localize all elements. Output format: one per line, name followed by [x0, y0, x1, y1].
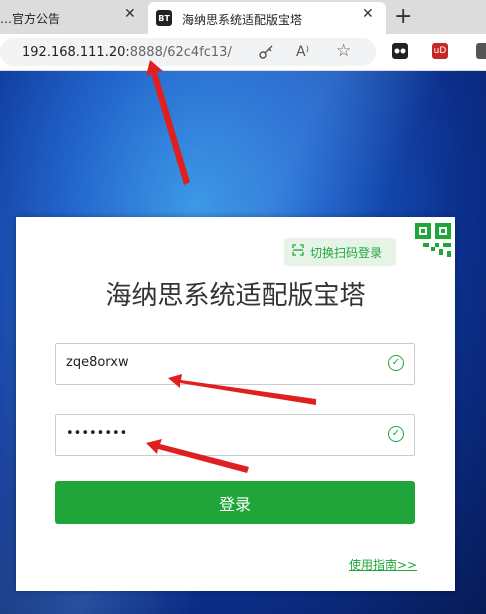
page-title: 海纳思系统适配版宝塔 — [105, 281, 366, 311]
new-tab-button[interactable]: + — [394, 4, 412, 29]
url-field[interactable]: 192.168.111.20:8888/62c4fc13/ A⁾ ☆ — [0, 38, 376, 66]
scan-icon — [292, 244, 304, 260]
close-tab-icon[interactable]: ✕ — [124, 6, 136, 22]
ublock-icon[interactable]: uD — [432, 43, 448, 59]
profile-icon[interactable] — [476, 43, 486, 59]
address-bar: 192.168.111.20:8888/62c4fc13/ A⁾ ☆ uD — [0, 34, 486, 71]
tab-bar: …官方公告 ✕ BT 海纳思系统适配版宝塔 ✕ + — [0, 0, 486, 34]
login-button[interactable]: 登录 — [55, 481, 415, 524]
url-text[interactable]: 192.168.111.20:8888/62c4fc13/ — [22, 45, 232, 60]
bt-favicon-icon: BT — [156, 10, 172, 26]
extension-icon[interactable] — [392, 43, 408, 59]
key-icon[interactable] — [258, 44, 274, 64]
login-card: 切换扫码登录 海纳思系统适配版宝塔 zqe8orxw ✓ •••••••• ✓ … — [16, 217, 455, 591]
qr-code-icon[interactable] — [401, 217, 455, 271]
password-value: •••••••• — [66, 426, 128, 441]
check-icon: ✓ — [388, 426, 404, 442]
check-icon: ✓ — [388, 355, 404, 371]
tab-baota[interactable]: BT 海纳思系统适配版宝塔 ✕ — [148, 2, 386, 34]
user-guide-link[interactable]: 使用指南>> — [349, 556, 417, 573]
qr-login-switch[interactable]: 切换扫码登录 — [284, 238, 396, 266]
read-aloud-icon[interactable]: A⁾ — [296, 44, 309, 60]
close-tab-icon[interactable]: ✕ — [362, 6, 374, 22]
username-value: zqe8orxw — [66, 355, 129, 370]
password-field[interactable]: •••••••• ✓ — [55, 414, 415, 456]
qr-switch-label: 切换扫码登录 — [310, 245, 383, 260]
tab-label: 海纳思系统适配版宝塔 — [182, 13, 303, 27]
favorite-star-icon[interactable]: ☆ — [336, 41, 351, 61]
tab-announcement[interactable]: …官方公告 ✕ — [0, 0, 147, 34]
username-field[interactable]: zqe8orxw ✓ — [55, 343, 415, 385]
tab-label: …官方公告 — [0, 12, 61, 26]
